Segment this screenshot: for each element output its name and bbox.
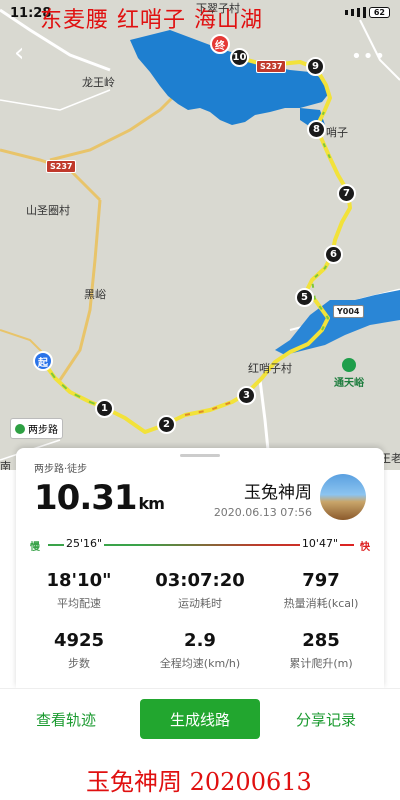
distance-unit: km (138, 494, 165, 513)
road-badge: Y004 (333, 305, 364, 318)
stat-label: 全程均速(km/h) (159, 657, 241, 670)
map-label-village: 南 (0, 460, 11, 470)
end-marker[interactable]: 终 (210, 34, 230, 54)
status-icons: 62 (344, 7, 390, 18)
fastest-pace: 10'47" (299, 537, 340, 550)
stat-value: 4925 (53, 630, 105, 651)
drag-handle[interactable] (180, 454, 220, 457)
km-marker[interactable]: 8 (307, 120, 326, 139)
km-marker[interactable]: 9 (306, 57, 325, 76)
km-marker[interactable]: 2 (157, 415, 176, 434)
fast-label: 快 (360, 542, 370, 553)
total-distance: 10.31 km (34, 478, 165, 518)
view-track-button[interactable]: 查看轨迹 (36, 709, 96, 730)
slowest-pace: 25'16" (64, 537, 105, 550)
signal-icon (362, 7, 366, 18)
stat-calories: 797 热量消耗(kcal) (266, 570, 376, 611)
route-map[interactable]: 11:28 62 东麦腰 红哨子 海山湖 ‹ ••• 下翠子村 龙王岭 山圣圈村… (0, 0, 400, 470)
stat-avg-pace: 18'10" 平均配速 (24, 570, 134, 611)
footer-watermark: 玉兔神周 20200613 (0, 752, 400, 800)
stat-duration: 03:07:20 运动耗时 (145, 570, 255, 611)
signal-icon (350, 9, 354, 16)
km-marker[interactable]: 1 (95, 399, 114, 418)
slow-label: 慢 (30, 542, 40, 553)
map-label-village: 下翠子村 (196, 2, 240, 15)
stat-avg-speed: 2.9 全程均速(km/h) (145, 630, 255, 671)
summary-card: 两步路·徒步 10.31 km 玉兔神周 2020.06.13 07:56 慢 2… (16, 448, 384, 688)
road-badge: S237 (256, 60, 287, 73)
stat-steps: 4925 步数 (24, 630, 134, 671)
back-arrow-icon[interactable]: ‹ (14, 40, 38, 66)
km-marker[interactable]: 7 (337, 184, 356, 203)
map-canvas (0, 8, 400, 470)
footer-caption: 玉兔神周 20200613 (86, 768, 312, 796)
walk-route-tag[interactable]: 两步路 (10, 418, 63, 439)
action-bar: 查看轨迹 生成线路 分享记录 (0, 688, 400, 752)
stat-elevation-gain: 285 累计爬升(m) (266, 630, 376, 671)
pace-range: 慢 25'16" 10'47" 快 (30, 536, 370, 556)
stat-label: 步数 (68, 657, 90, 670)
record-datetime: 2020.06.13 07:56 (213, 506, 312, 519)
more-menu-icon[interactable]: ••• (351, 46, 386, 67)
road-badge: S237 (46, 160, 77, 173)
stat-value: 797 (302, 570, 340, 591)
km-marker[interactable]: 3 (237, 386, 256, 405)
stat-value: 2.9 (184, 630, 216, 651)
walk-tag-label: 两步路 (28, 425, 58, 436)
poi-label: 通天峪 (334, 378, 364, 389)
generate-route-button[interactable]: 生成线路 (140, 699, 260, 739)
map-label-village: 哨子 (326, 126, 348, 139)
stat-value: 03:07:20 (155, 570, 245, 591)
avatar[interactable] (320, 474, 366, 520)
stat-value: 285 (302, 630, 340, 651)
km-marker[interactable]: 5 (295, 288, 314, 307)
map-label-village: 红哨子村 (248, 362, 292, 375)
map-label-village: 龙王岭 (82, 76, 115, 89)
signal-icon (356, 8, 360, 17)
stat-label: 累计爬升(m) (289, 657, 353, 670)
pin-icon (15, 423, 25, 434)
distance-value: 10.31 (34, 478, 138, 518)
signal-icon (344, 10, 348, 15)
poi-marker[interactable]: 通天峪 (334, 358, 364, 389)
sport-type: 两步路·徒步 (34, 464, 88, 475)
stat-label: 运动耗时 (178, 597, 222, 610)
username: 玉兔神周 (244, 483, 312, 503)
tree-icon (342, 358, 356, 372)
km-marker[interactable]: 6 (324, 245, 343, 264)
stat-value: 18'10" (46, 570, 112, 591)
share-record-button[interactable]: 分享记录 (296, 709, 356, 730)
map-label-village: 黑峪 (84, 288, 106, 301)
map-label-village: 山圣圈村 (26, 204, 70, 217)
stat-label: 热量消耗(kcal) (283, 597, 359, 610)
start-marker[interactable]: 起 (33, 351, 53, 371)
km-marker[interactable]: 10 (230, 48, 249, 67)
battery-icon: 62 (368, 7, 390, 18)
stat-label: 平均配速 (57, 597, 101, 610)
